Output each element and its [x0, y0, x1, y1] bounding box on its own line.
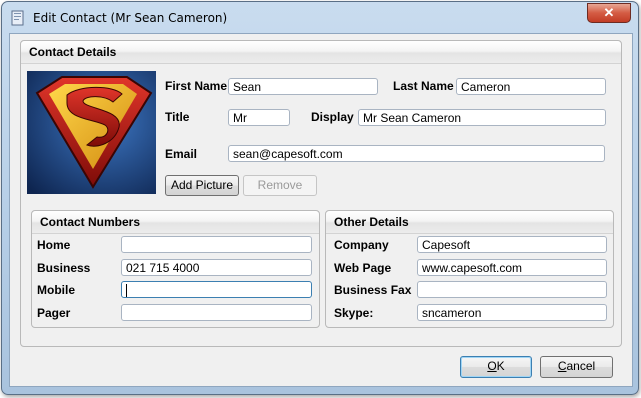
contact-details-header: Contact Details — [21, 41, 621, 64]
title-bar[interactable]: Edit Contact (Mr Sean Cameron) ✕ — [2, 2, 638, 34]
dialog-client-area: Contact Details First Name Sean Last Nam… — [9, 33, 633, 387]
cancel-label-rest: ancel — [566, 359, 596, 373]
business-fax-label: Business Fax — [334, 283, 412, 297]
pager-label: Pager — [37, 306, 71, 320]
close-icon: ✕ — [603, 5, 615, 20]
ok-label-rest: K — [496, 359, 505, 373]
contact-numbers-header: Contact Numbers — [32, 211, 319, 234]
title-field[interactable]: Mr — [228, 109, 290, 126]
contact-picture — [27, 71, 156, 194]
cancel-button[interactable]: Cancel — [540, 356, 613, 378]
other-details-header: Other Details — [326, 211, 613, 234]
last-name-label: Last Name — [393, 79, 454, 93]
add-picture-button[interactable]: Add Picture — [165, 175, 239, 196]
window-title: Edit Contact (Mr Sean Cameron) — [33, 11, 228, 25]
skype-field[interactable]: sncameron — [417, 304, 607, 321]
web-page-label: Web Page — [334, 261, 392, 275]
mobile-label: Mobile — [37, 283, 75, 297]
close-button[interactable]: ✕ — [587, 3, 631, 23]
email-label: Email — [165, 147, 198, 161]
first-name-label: First Name — [165, 79, 228, 93]
business-field[interactable]: 021 715 4000 — [121, 259, 312, 276]
first-name-field[interactable]: Sean — [228, 78, 378, 95]
company-field[interactable]: Capesoft — [417, 236, 607, 253]
superman-logo-picture — [27, 71, 156, 194]
display-label: Display — [311, 110, 354, 124]
home-label: Home — [37, 238, 71, 252]
business-fax-field[interactable] — [417, 281, 607, 298]
web-page-field[interactable]: www.capesoft.com — [417, 259, 607, 276]
edit-contact-window: Edit Contact (Mr Sean Cameron) ✕ Contact… — [1, 1, 639, 395]
pager-field[interactable] — [121, 304, 312, 321]
business-label: Business — [37, 261, 91, 275]
ok-accelerator: O — [487, 359, 497, 373]
remove-picture-button[interactable]: Remove — [243, 175, 317, 196]
window-app-icon — [11, 10, 24, 26]
company-label: Company — [334, 238, 389, 252]
ok-button[interactable]: OK — [460, 356, 532, 378]
skype-label: Skype: — [334, 306, 374, 320]
text-caret — [126, 284, 127, 297]
display-field[interactable]: Mr Sean Cameron — [358, 109, 606, 126]
last-name-field[interactable]: Cameron — [456, 78, 606, 95]
title-label: Title — [165, 110, 190, 124]
email-field[interactable]: sean@capesoft.com — [228, 145, 605, 162]
home-field[interactable] — [121, 236, 312, 253]
mobile-field[interactable] — [121, 281, 312, 298]
